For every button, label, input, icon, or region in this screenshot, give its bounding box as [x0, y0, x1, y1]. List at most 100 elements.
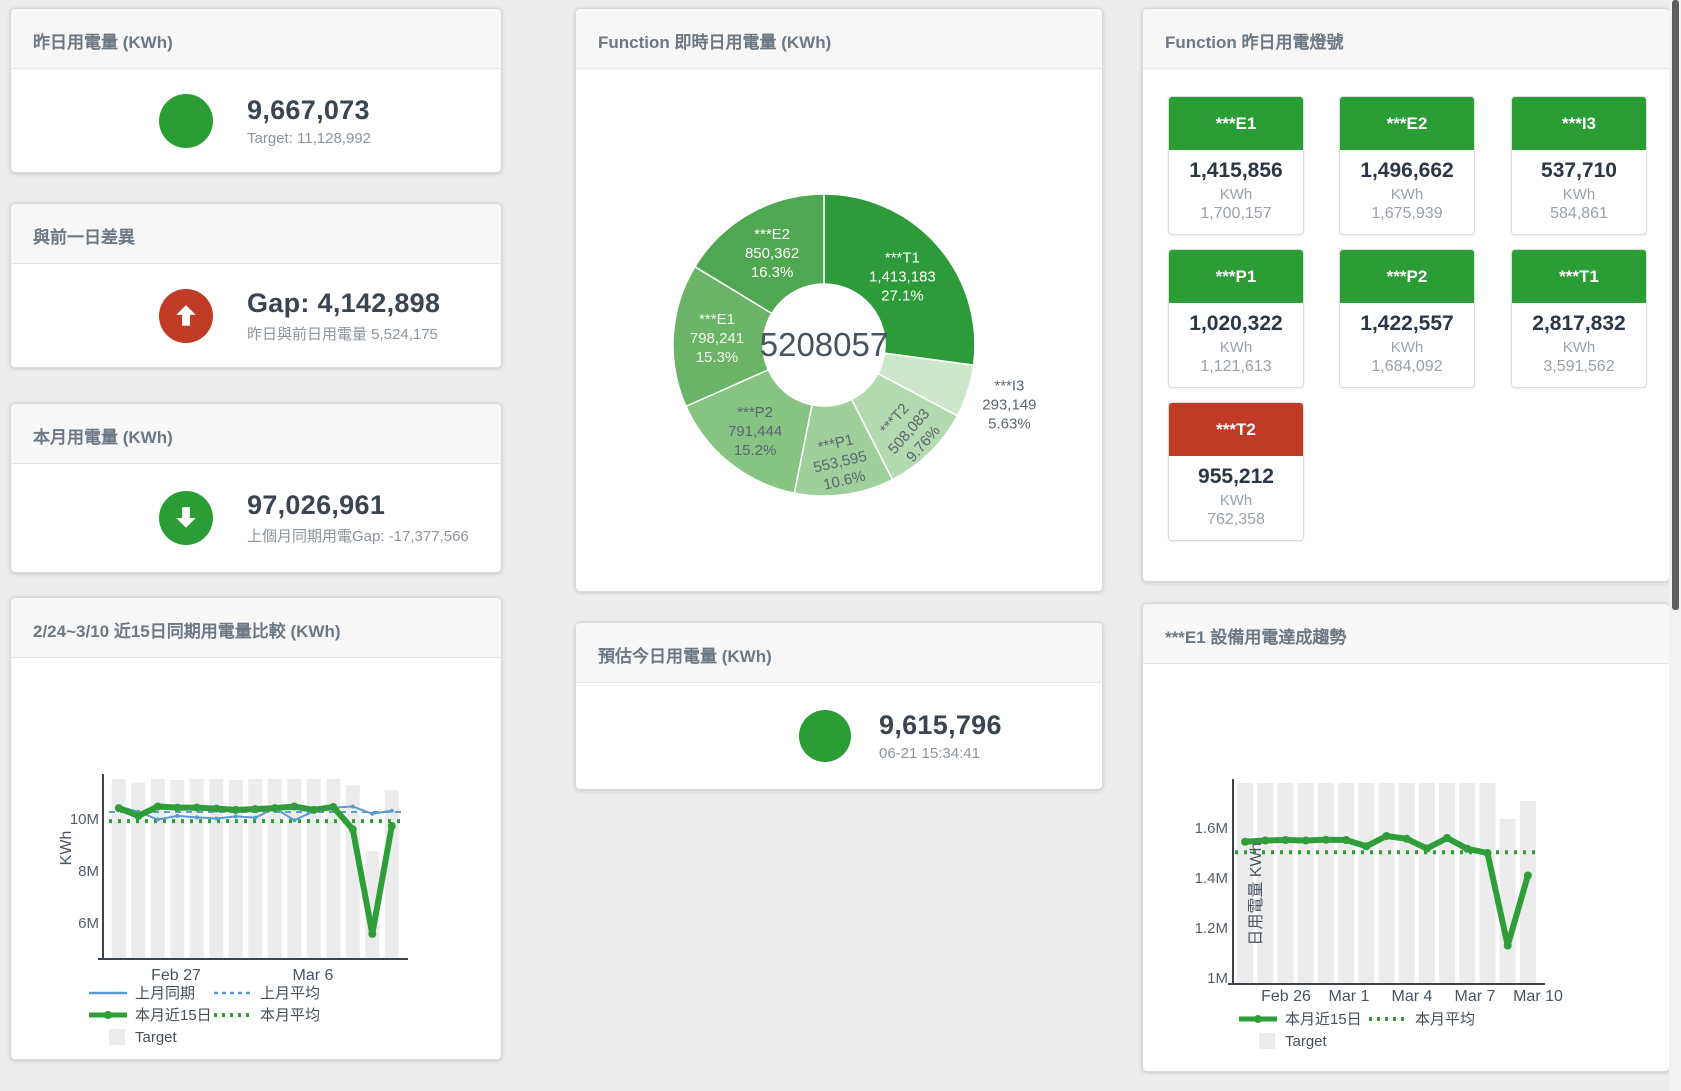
series-point — [310, 806, 318, 814]
tile-value: 1,496,662 — [1344, 159, 1470, 183]
target-bar — [1399, 783, 1415, 984]
series-point — [134, 812, 142, 820]
tile-target: 1,684,092 — [1344, 358, 1470, 376]
card-title: 預估今日用電量 (KWh) — [598, 642, 1080, 667]
series-point — [1524, 872, 1532, 880]
legend-label: 上月同期 — [135, 985, 195, 1002]
series-point — [292, 818, 296, 822]
y-tick-label: 8M — [78, 863, 99, 880]
x-tick-label: Mar 6 — [293, 967, 334, 984]
target-bar — [1419, 783, 1435, 984]
yesterday-usage-card: 昨日用電量 (KWh) 9,667,073 Target: 11,128,992 — [10, 8, 502, 173]
estimate-value: 9,615,796 — [879, 710, 1002, 741]
scrollbar-thumb[interactable] — [1672, 0, 1679, 610]
series-point — [154, 803, 162, 811]
series-point — [390, 809, 394, 813]
series-point — [351, 805, 355, 809]
e1-trend-chart: 1M1.2M1.4M1.6M日用電量 KWhFeb 26Mar 1Mar 4Ma… — [1143, 604, 1671, 1073]
tile-target: 1,700,157 — [1173, 205, 1299, 223]
card-header: 預估今日用電量 (KWh) — [576, 623, 1102, 683]
series-point — [251, 805, 259, 813]
realtime-donut-card: Function 即時日用電量 (KWh) ***T11,413,18327.1… — [575, 8, 1103, 592]
donut-slice-label: ***I3293,1495.63% — [982, 378, 1036, 433]
card-title: 昨日用電量 (KWh) — [33, 28, 479, 53]
target-bar — [1500, 819, 1516, 984]
tile-value: 537,710 — [1516, 159, 1642, 183]
legend-label: Target — [1285, 1033, 1328, 1050]
tile-unit: KWh — [1173, 186, 1299, 203]
series-point — [232, 806, 240, 814]
series-point — [156, 818, 160, 822]
card-body: 9,615,796 06-21 15:34:41 — [576, 683, 1102, 789]
tile-target: 1,121,613 — [1173, 358, 1299, 376]
estimate-timestamp: 06-21 15:34:41 — [879, 745, 1002, 762]
estimate-today-card: 預估今日用電量 (KWh) 9,615,796 06-21 15:34:41 — [575, 622, 1103, 790]
lamp-tile-p1: ***P1 1,020,322 KWh 1,121,613 — [1168, 249, 1304, 388]
y-axis-label: 日用電量 KWh — [1248, 842, 1265, 945]
tile-header: ***E1 — [1169, 97, 1303, 150]
series-point — [368, 930, 376, 938]
compare-line-chart: 6M8M10MKWhFeb 27Mar 6上月同期上月平均本月近15日本月平均T… — [11, 598, 503, 1061]
series-point — [1463, 845, 1471, 853]
target-bar — [131, 783, 145, 959]
y-axis-label: KWh — [58, 831, 75, 866]
tile-unit: KWh — [1173, 339, 1299, 356]
target-bar — [1318, 783, 1334, 984]
y-tick-label: 6M — [78, 915, 99, 932]
card-header: Function 昨日用電燈號 — [1143, 9, 1669, 69]
card-title: Function 昨日用電燈號 — [1165, 28, 1647, 53]
tile-target: 1,675,939 — [1344, 205, 1470, 223]
card-body: Gap: 4,142,898 昨日與前日用電量 5,524,175 — [11, 264, 501, 367]
series-point — [234, 814, 238, 818]
target-bar — [1358, 783, 1374, 984]
tile-value: 1,422,557 — [1344, 312, 1470, 336]
arrow-down-icon — [159, 491, 213, 545]
x-tick-label: Mar 1 — [1329, 988, 1370, 1005]
series-point — [388, 822, 396, 830]
compare-chart-card: 2/24~3/10 近15日同期用電量比較 (KWh) 6M8M10MKWhFe… — [10, 597, 502, 1060]
card-header: 本月用電量 (KWh) — [11, 404, 501, 464]
tile-target: 762,358 — [1173, 511, 1299, 529]
legend-label: 本月近15日 — [1285, 1011, 1362, 1028]
series-point — [1342, 836, 1350, 844]
y-tick-label: 1M — [1207, 970, 1228, 987]
series-point — [1322, 836, 1330, 844]
card-body: 97,026,961 上個月同期用電Gap: -17,377,566 — [11, 464, 501, 572]
x-tick-label: Feb 26 — [1261, 988, 1311, 1005]
x-tick-label: Mar 4 — [1392, 988, 1433, 1005]
tile-header: ***P1 — [1169, 250, 1303, 303]
lamp-tile-i3: ***I3 537,710 KWh 584,861 — [1511, 96, 1647, 235]
series-point — [193, 804, 201, 812]
series-point — [1504, 942, 1512, 950]
target-bar — [385, 790, 399, 959]
series-point — [253, 816, 257, 820]
target-bar — [1379, 783, 1395, 984]
donut-center-total: 5208057 — [760, 326, 888, 363]
lamp-tile-t2: ***T2 955,212 KWh 762,358 — [1168, 402, 1304, 541]
day-gap-value: Gap: 4,142,898 — [247, 288, 440, 319]
target-bar — [1439, 783, 1455, 984]
tile-unit: KWh — [1344, 186, 1470, 203]
series-point — [1423, 845, 1431, 853]
series-point — [195, 815, 199, 819]
scrollbar-track[interactable] — [1669, 0, 1681, 1091]
series-point — [212, 805, 220, 813]
status-circle-icon — [159, 94, 213, 148]
lamp-tile-p2: ***P2 1,422,557 KWh 1,684,092 — [1339, 249, 1475, 388]
card-title: 與前一日差異 — [33, 223, 479, 248]
legend-marker-swatch — [104, 1011, 112, 1019]
legend-label: 上月平均 — [260, 985, 320, 1002]
target-bar — [1278, 783, 1294, 984]
series-point — [175, 814, 179, 818]
y-tick-label: 10M — [70, 811, 99, 828]
series-point — [173, 804, 181, 812]
month-usage-value: 97,026,961 — [247, 490, 469, 521]
legend-box-swatch — [109, 1029, 125, 1045]
donut-chart: ***T11,413,18327.1%***I3293,1495.63%***T… — [576, 9, 1104, 593]
y-tick-label: 1.2M — [1195, 920, 1228, 937]
card-header: 昨日用電量 (KWh) — [11, 9, 501, 69]
series-point — [370, 812, 374, 816]
card-body: 9,667,073 Target: 11,128,992 — [11, 69, 501, 172]
tile-header: ***E2 — [1340, 97, 1474, 150]
tile-value: 1,415,856 — [1173, 159, 1299, 183]
